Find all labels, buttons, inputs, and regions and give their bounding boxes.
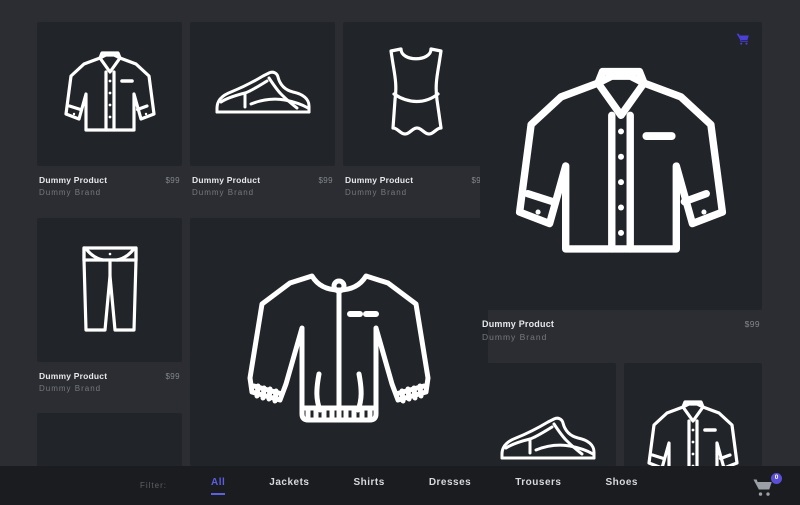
filter-item-jackets[interactable]: Jackets bbox=[269, 477, 309, 495]
dress-icon bbox=[379, 42, 453, 146]
product-thumbnail[interactable] bbox=[37, 413, 182, 466]
featured-product-card[interactable]: Dummy Product $99 Dummy Brand bbox=[480, 22, 762, 342]
product-price: $99 bbox=[165, 176, 180, 185]
featured-product-thumbnail[interactable] bbox=[480, 22, 762, 310]
product-card[interactable]: Dummy Product $99 Dummy Brand bbox=[190, 218, 488, 466]
product-name: Dummy Product bbox=[345, 175, 413, 185]
shirt-icon bbox=[62, 48, 158, 140]
product-meta: Dummy Product $99 Dummy Brand bbox=[37, 166, 182, 197]
product-price: $99 bbox=[318, 176, 333, 185]
product-name: Dummy Product bbox=[39, 371, 107, 381]
cart-icon bbox=[736, 32, 750, 46]
product-thumbnail[interactable] bbox=[343, 22, 488, 166]
jacket-icon bbox=[240, 256, 438, 428]
product-card[interactable]: Dummy Product $99 Dummy Brand bbox=[37, 22, 182, 197]
sneaker-icon bbox=[211, 64, 315, 124]
filter-bar: Filter: All Jackets Shirts Dresses Trous… bbox=[0, 466, 800, 505]
product-thumbnail[interactable] bbox=[37, 218, 182, 362]
shirt-icon bbox=[510, 60, 732, 272]
product-price: $99 bbox=[745, 319, 760, 329]
add-to-cart-button[interactable] bbox=[736, 32, 750, 46]
product-card[interactable]: Dummy Product $99 Dummy Brand bbox=[37, 218, 182, 393]
trousers-icon bbox=[79, 242, 141, 338]
filter-item-shirts[interactable]: Shirts bbox=[353, 477, 384, 495]
product-brand: Dummy Brand bbox=[192, 188, 333, 197]
product-brand: Dummy Brand bbox=[39, 384, 180, 393]
filter-label: Filter: bbox=[140, 481, 167, 490]
shop-app: Dummy Product $99 Dummy Brand bbox=[0, 0, 800, 505]
product-card[interactable]: Dummy Product $99 Dummy Brand bbox=[343, 22, 488, 197]
product-card[interactable] bbox=[624, 363, 762, 466]
product-thumbnail[interactable] bbox=[37, 22, 182, 166]
product-card[interactable] bbox=[37, 413, 182, 466]
filter-item-trousers[interactable]: Trousers bbox=[515, 477, 561, 495]
filter-item-shoes[interactable]: Shoes bbox=[605, 477, 638, 495]
product-thumbnail[interactable] bbox=[190, 22, 335, 166]
product-brand: Dummy Brand bbox=[39, 188, 180, 197]
product-meta: Dummy Product $99 Dummy Brand bbox=[37, 362, 182, 393]
cart-count-badge: 0 bbox=[771, 473, 782, 484]
product-meta: Dummy Product $99 Dummy Brand bbox=[190, 166, 335, 197]
product-grid: Dummy Product $99 Dummy Brand bbox=[0, 0, 800, 466]
product-name: Dummy Product bbox=[39, 175, 107, 185]
filter-list: Filter: All Jackets Shirts Dresses Trous… bbox=[140, 477, 660, 495]
filter-item-all[interactable]: All bbox=[211, 477, 225, 495]
sneaker-icon bbox=[496, 410, 600, 466]
shirt-icon bbox=[645, 397, 741, 466]
product-thumbnail[interactable] bbox=[190, 218, 488, 466]
product-name: Dummy Product bbox=[192, 175, 260, 185]
product-brand: Dummy Brand bbox=[345, 188, 486, 197]
filter-item-dresses[interactable]: Dresses bbox=[429, 477, 471, 495]
product-name: Dummy Product bbox=[482, 319, 554, 329]
product-card[interactable]: Dummy Product $99 Dummy Brand bbox=[190, 22, 335, 197]
cart-button[interactable]: 0 bbox=[752, 473, 782, 499]
product-thumbnail[interactable] bbox=[480, 363, 616, 466]
product-card[interactable] bbox=[480, 363, 616, 466]
product-price: $99 bbox=[165, 372, 180, 381]
product-meta: Dummy Product $99 Dummy Brand bbox=[343, 166, 488, 197]
product-thumbnail[interactable] bbox=[624, 363, 762, 466]
featured-product-meta: Dummy Product $99 Dummy Brand bbox=[480, 310, 762, 342]
product-brand: Dummy Brand bbox=[482, 332, 760, 342]
